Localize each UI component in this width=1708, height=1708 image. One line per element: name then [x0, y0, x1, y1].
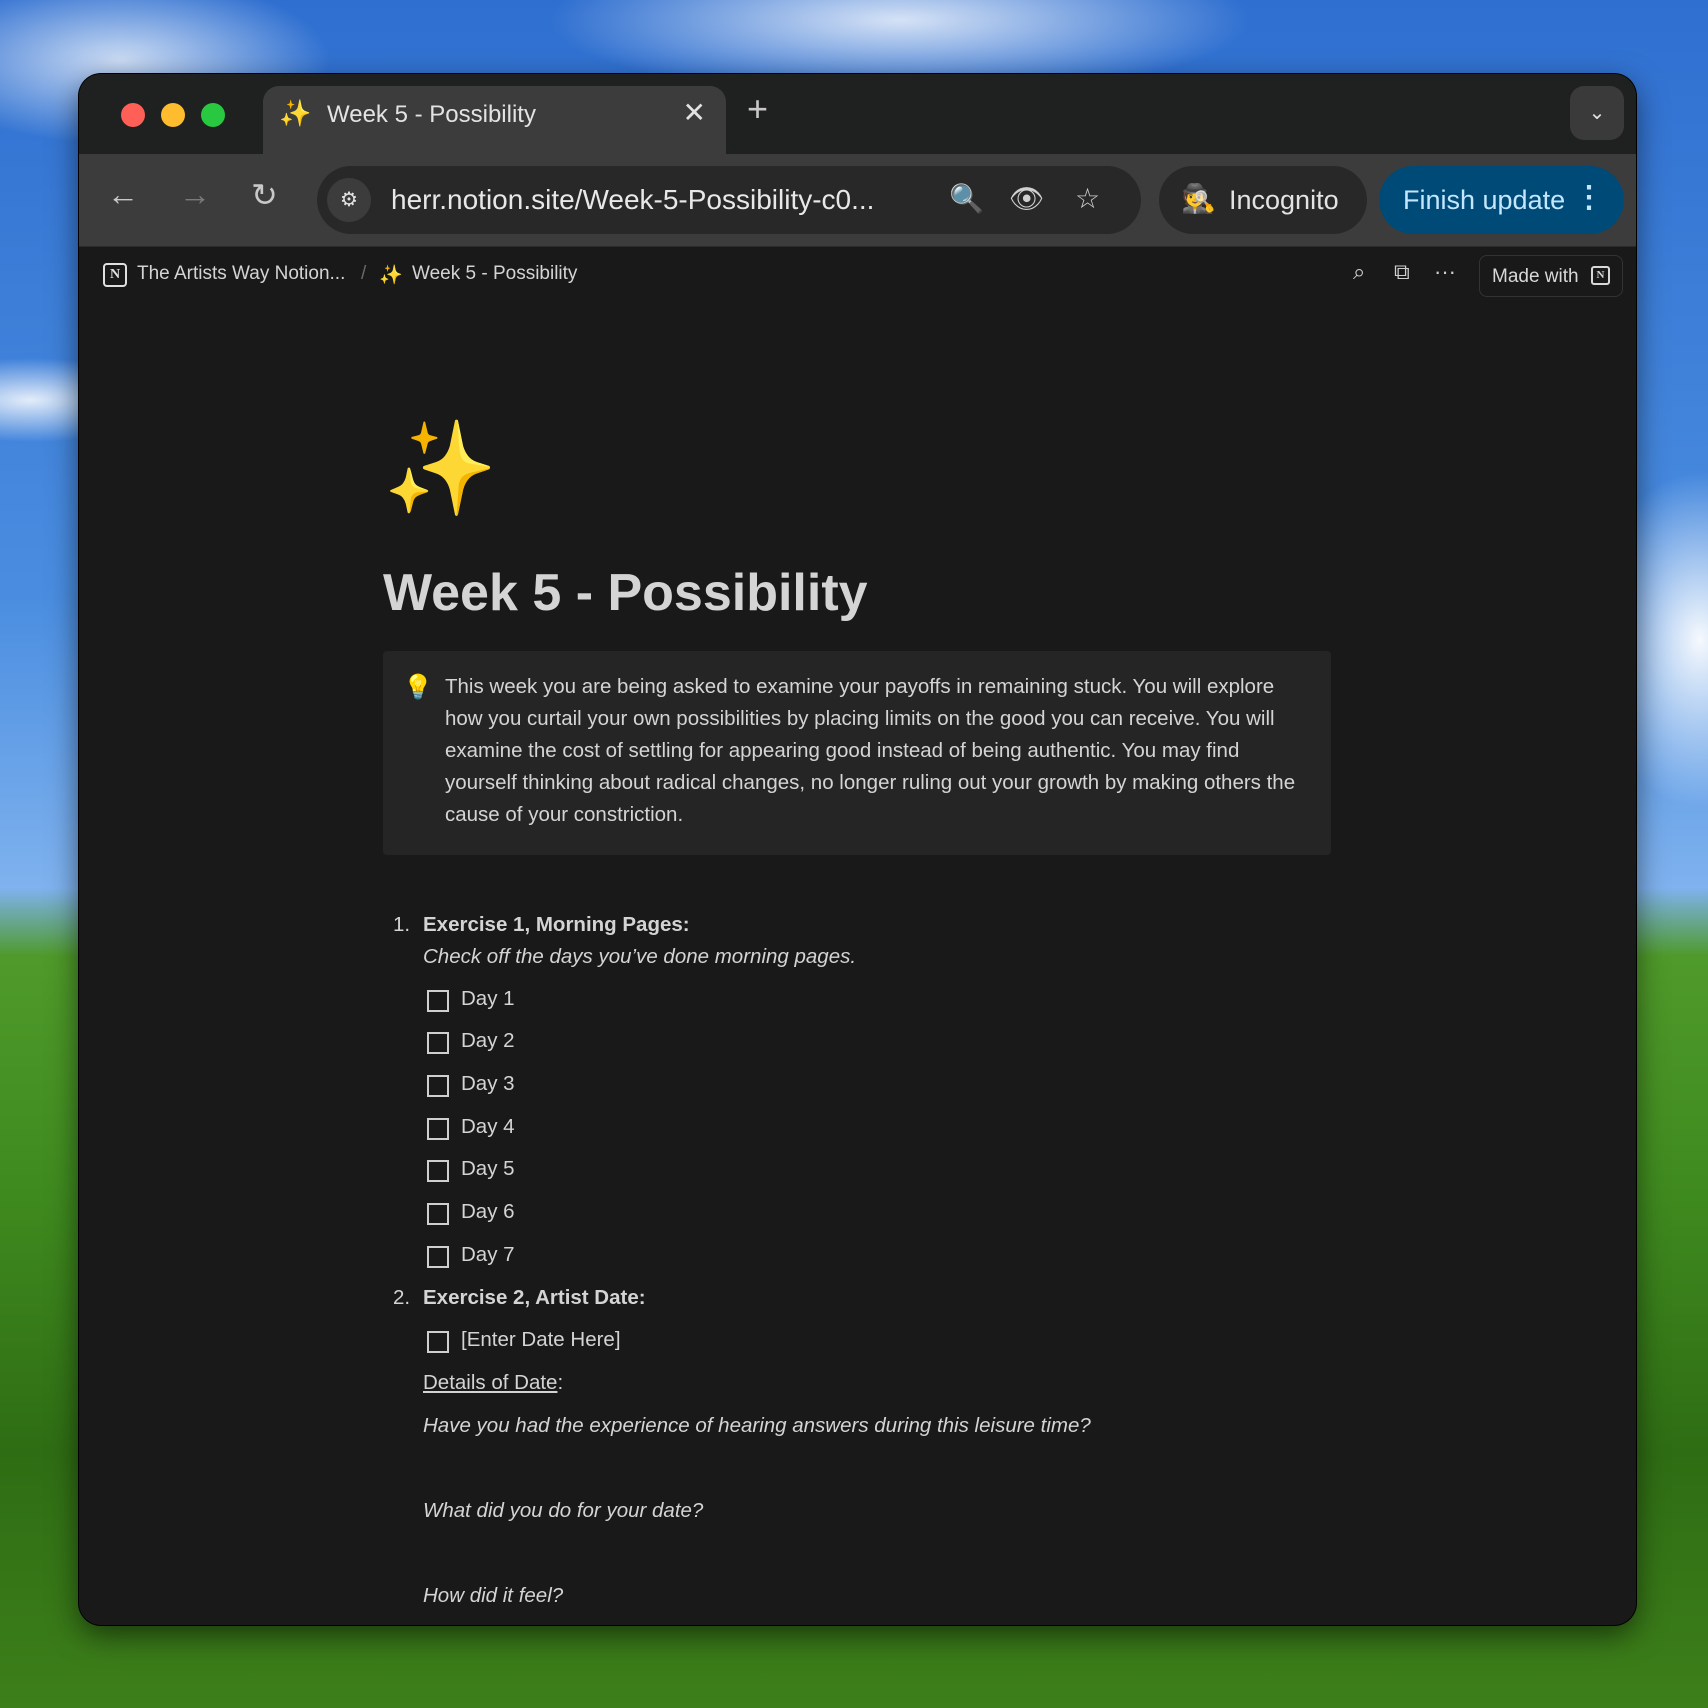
checkbox[interactable]	[427, 1032, 449, 1054]
todo-label: Day 3	[461, 1072, 515, 1095]
notion-logo-icon: N	[103, 263, 127, 287]
tab-title: Week 5 - Possibility	[327, 101, 536, 128]
sparkles-icon: ✨	[379, 265, 403, 286]
zoom-icon[interactable]: 🔍	[949, 182, 984, 215]
finish-update-button[interactable]: Finish update ⋮	[1379, 166, 1624, 234]
checkbox[interactable]	[427, 1331, 449, 1353]
back-arrow-icon[interactable]: ←	[107, 176, 139, 213]
question-text: How did it feel?	[423, 1584, 564, 1607]
new-tab-button[interactable]: +	[747, 88, 768, 130]
notion-logo-icon: N	[1591, 266, 1610, 285]
eye-off-icon[interactable]: 👁	[1009, 182, 1045, 215]
tab-strip: ✨ Week 5 - Possibility ✕ + ⌄	[79, 74, 1636, 158]
details-suffix: :	[557, 1371, 564, 1394]
search-icon[interactable]: ⌕	[1353, 259, 1365, 285]
checkbox[interactable]	[427, 1160, 449, 1182]
list-number: 1.	[393, 913, 411, 936]
todo-label: Day 2	[461, 1029, 515, 1052]
incognito-icon: 🕵	[1181, 183, 1216, 214]
reload-icon[interactable]: ↻	[251, 176, 278, 214]
tab-search-chevron-down-icon[interactable]: ⌄	[1570, 86, 1624, 140]
sparkles-icon: ✨	[279, 98, 312, 128]
question-text: Have you had the experience of hearing a…	[423, 1414, 1091, 1437]
close-tab-icon[interactable]: ✕	[683, 96, 706, 129]
notion-topbar: N The Artists Way Notion... / ✨ Week 5 -…	[79, 247, 1636, 303]
todo-label: Day 7	[461, 1243, 515, 1266]
todo-label: Day 5	[461, 1157, 515, 1180]
maximize-window-button[interactable]	[201, 103, 225, 127]
close-window-button[interactable]	[121, 103, 145, 127]
finish-update-label: Finish update	[1403, 185, 1566, 215]
callout-text: This week you are being asked to examine…	[445, 675, 1296, 826]
checkbox[interactable]	[427, 1075, 449, 1097]
todo-label: [Enter Date Here]	[461, 1328, 621, 1351]
page-icon-sparkles[interactable]: ✨	[383, 423, 498, 515]
exercise-title: Exercise 1, Morning Pages:	[423, 913, 690, 936]
url-text[interactable]: herr.notion.site/Week-5-Possibility-c0..…	[391, 184, 874, 216]
more-options-icon[interactable]: ···	[1434, 259, 1456, 285]
callout-block: 💡 This week you are being asked to exami…	[383, 651, 1331, 855]
breadcrumb-current-page[interactable]: Week 5 - Possibility	[412, 263, 577, 285]
duplicate-icon[interactable]: ⧉	[1394, 259, 1410, 285]
incognito-badge[interactable]: 🕵 Incognito	[1159, 166, 1367, 234]
todo-label: Day 6	[461, 1200, 515, 1223]
details-heading: Details of Date:	[423, 1371, 563, 1395]
browser-window: ✨ Week 5 - Possibility ✕ + ⌄ ← → ↻ ⚙ her…	[79, 74, 1636, 1625]
lightbulb-icon: 💡	[403, 674, 433, 701]
made-with-label: Made with	[1492, 266, 1579, 287]
notion-page: N The Artists Way Notion... / ✨ Week 5 -…	[79, 246, 1636, 1625]
details-label: Details of Date	[423, 1371, 558, 1394]
forward-arrow-icon[interactable]: →	[179, 176, 211, 213]
address-bar[interactable]: ⚙ herr.notion.site/Week-5-Possibility-c0…	[317, 166, 1141, 234]
checkbox[interactable]	[427, 990, 449, 1012]
todo-label: Day 1	[461, 987, 515, 1010]
made-with-notion-button[interactable]: Made with N	[1479, 255, 1623, 297]
breadcrumb-workspace[interactable]: The Artists Way Notion...	[137, 263, 345, 285]
browser-toolbar: ← → ↻ ⚙ herr.notion.site/Week-5-Possibil…	[79, 154, 1636, 246]
question-text: What did you do for your date?	[423, 1499, 704, 1522]
page-title: Week 5 - Possibility	[383, 564, 868, 622]
checkbox[interactable]	[427, 1246, 449, 1268]
exercise-subtitle: Check off the days you’ve done morning p…	[423, 945, 857, 968]
kebab-menu-icon[interactable]: ⋮	[1574, 180, 1604, 215]
tab-week-5-possibility[interactable]: ✨ Week 5 - Possibility ✕	[263, 86, 726, 158]
checkbox[interactable]	[427, 1118, 449, 1140]
exercise-title: Exercise 2, Artist Date:	[423, 1286, 646, 1309]
todo-label: Day 4	[461, 1115, 515, 1138]
minimize-window-button[interactable]	[161, 103, 185, 127]
bookmark-star-icon[interactable]: ☆	[1075, 182, 1100, 215]
list-number: 2.	[393, 1286, 411, 1309]
checkbox[interactable]	[427, 1203, 449, 1225]
site-info-icon[interactable]: ⚙	[327, 178, 371, 222]
breadcrumb-separator: /	[361, 263, 367, 284]
incognito-label: Incognito	[1229, 185, 1339, 215]
